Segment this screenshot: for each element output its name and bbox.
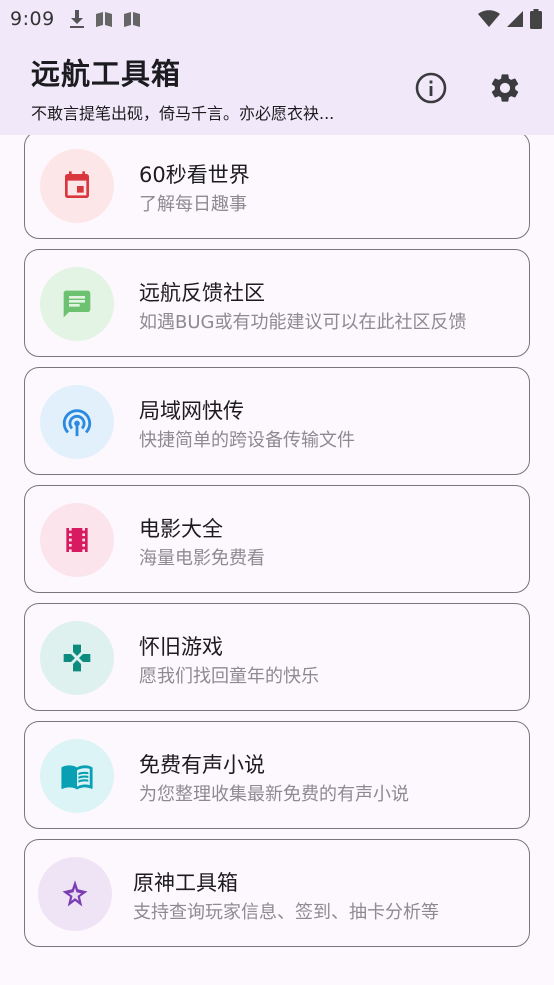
download-icon <box>69 10 84 28</box>
book-open-icon <box>61 765 93 790</box>
system-icons <box>478 9 542 29</box>
info-button[interactable] <box>409 66 453 110</box>
calendar-icon <box>65 171 89 198</box>
card-title: 怀旧游戏 <box>139 635 223 659</box>
signal-icon <box>507 11 523 27</box>
card-audio-novels[interactable]: 免费有声小说 为您整理收集最新免费的有声小说 <box>24 721 530 829</box>
top-app-bar: 远航工具箱 不敢言提笔出砚，倚马千言。亦必愿衣袂... <box>0 38 554 135</box>
wifi-icon <box>478 10 500 27</box>
app-subtitle: 不敢言提笔出砚，倚马千言。亦必愿衣袂... <box>31 104 335 123</box>
card-desc: 如遇BUG或有功能建议可以在此社区反馈 <box>139 312 467 333</box>
chat-icon <box>63 290 91 318</box>
card-desc: 支持查询玩家信息、签到、抽卡分析等 <box>133 902 439 923</box>
app-title: 远航工具箱 <box>31 57 182 91</box>
film-icon <box>66 528 88 552</box>
card-desc: 为您整理收集最新免费的有声小说 <box>139 784 409 805</box>
card-title: 远航反馈社区 <box>139 281 265 305</box>
card-title: 原神工具箱 <box>133 871 238 895</box>
status-bar: 9:09 <box>0 0 554 38</box>
card-icon-circle <box>40 267 114 341</box>
card-icon-circle <box>40 503 114 577</box>
card-title: 局域网快传 <box>139 399 244 423</box>
card-icon-circle <box>40 739 114 813</box>
card-title: 免费有声小说 <box>139 753 265 777</box>
card-title: 电影大全 <box>139 517 223 541</box>
card-title: 60秒看世界 <box>139 163 250 187</box>
sparkle-icon <box>62 880 88 907</box>
card-movies[interactable]: 电影大全 海量电影免费看 <box>24 485 530 593</box>
settings-button[interactable] <box>483 66 527 110</box>
tool-list: 60秒看世界 了解每日趣事 远航反馈社区 如遇BUG或有功能建议可以在此社区反馈… <box>24 135 530 985</box>
info-icon <box>415 72 447 104</box>
card-desc: 愿我们找回童年的快乐 <box>139 666 319 687</box>
card-icon-circle <box>40 385 114 459</box>
card-genshin-toolbox[interactable]: 原神工具箱 支持查询玩家信息、签到、抽卡分析等 <box>24 839 530 947</box>
card-desc: 快捷简单的跨设备传输文件 <box>139 430 355 451</box>
book-icon <box>95 12 112 27</box>
battery-icon <box>530 9 542 29</box>
card-retro-games[interactable]: 怀旧游戏 愿我们找回童年的快乐 <box>24 603 530 711</box>
card-icon-circle <box>38 857 112 931</box>
gear-icon <box>491 74 519 102</box>
card-icon-circle <box>40 621 114 695</box>
status-time: 9:09 <box>10 8 55 30</box>
gamepad-icon <box>63 644 91 672</box>
card-60s-world[interactable]: 60秒看世界 了解每日趣事 <box>24 135 530 239</box>
notification-icons <box>69 9 141 29</box>
card-feedback-community[interactable]: 远航反馈社区 如遇BUG或有功能建议可以在此社区反馈 <box>24 249 530 357</box>
book-icon <box>123 12 140 27</box>
card-lan-transfer[interactable]: 局域网快传 快捷简单的跨设备传输文件 <box>24 367 530 475</box>
card-desc: 海量电影免费看 <box>139 548 265 569</box>
card-desc: 了解每日趣事 <box>139 194 247 215</box>
broadcast-icon <box>62 409 92 437</box>
card-icon-circle <box>40 149 114 223</box>
